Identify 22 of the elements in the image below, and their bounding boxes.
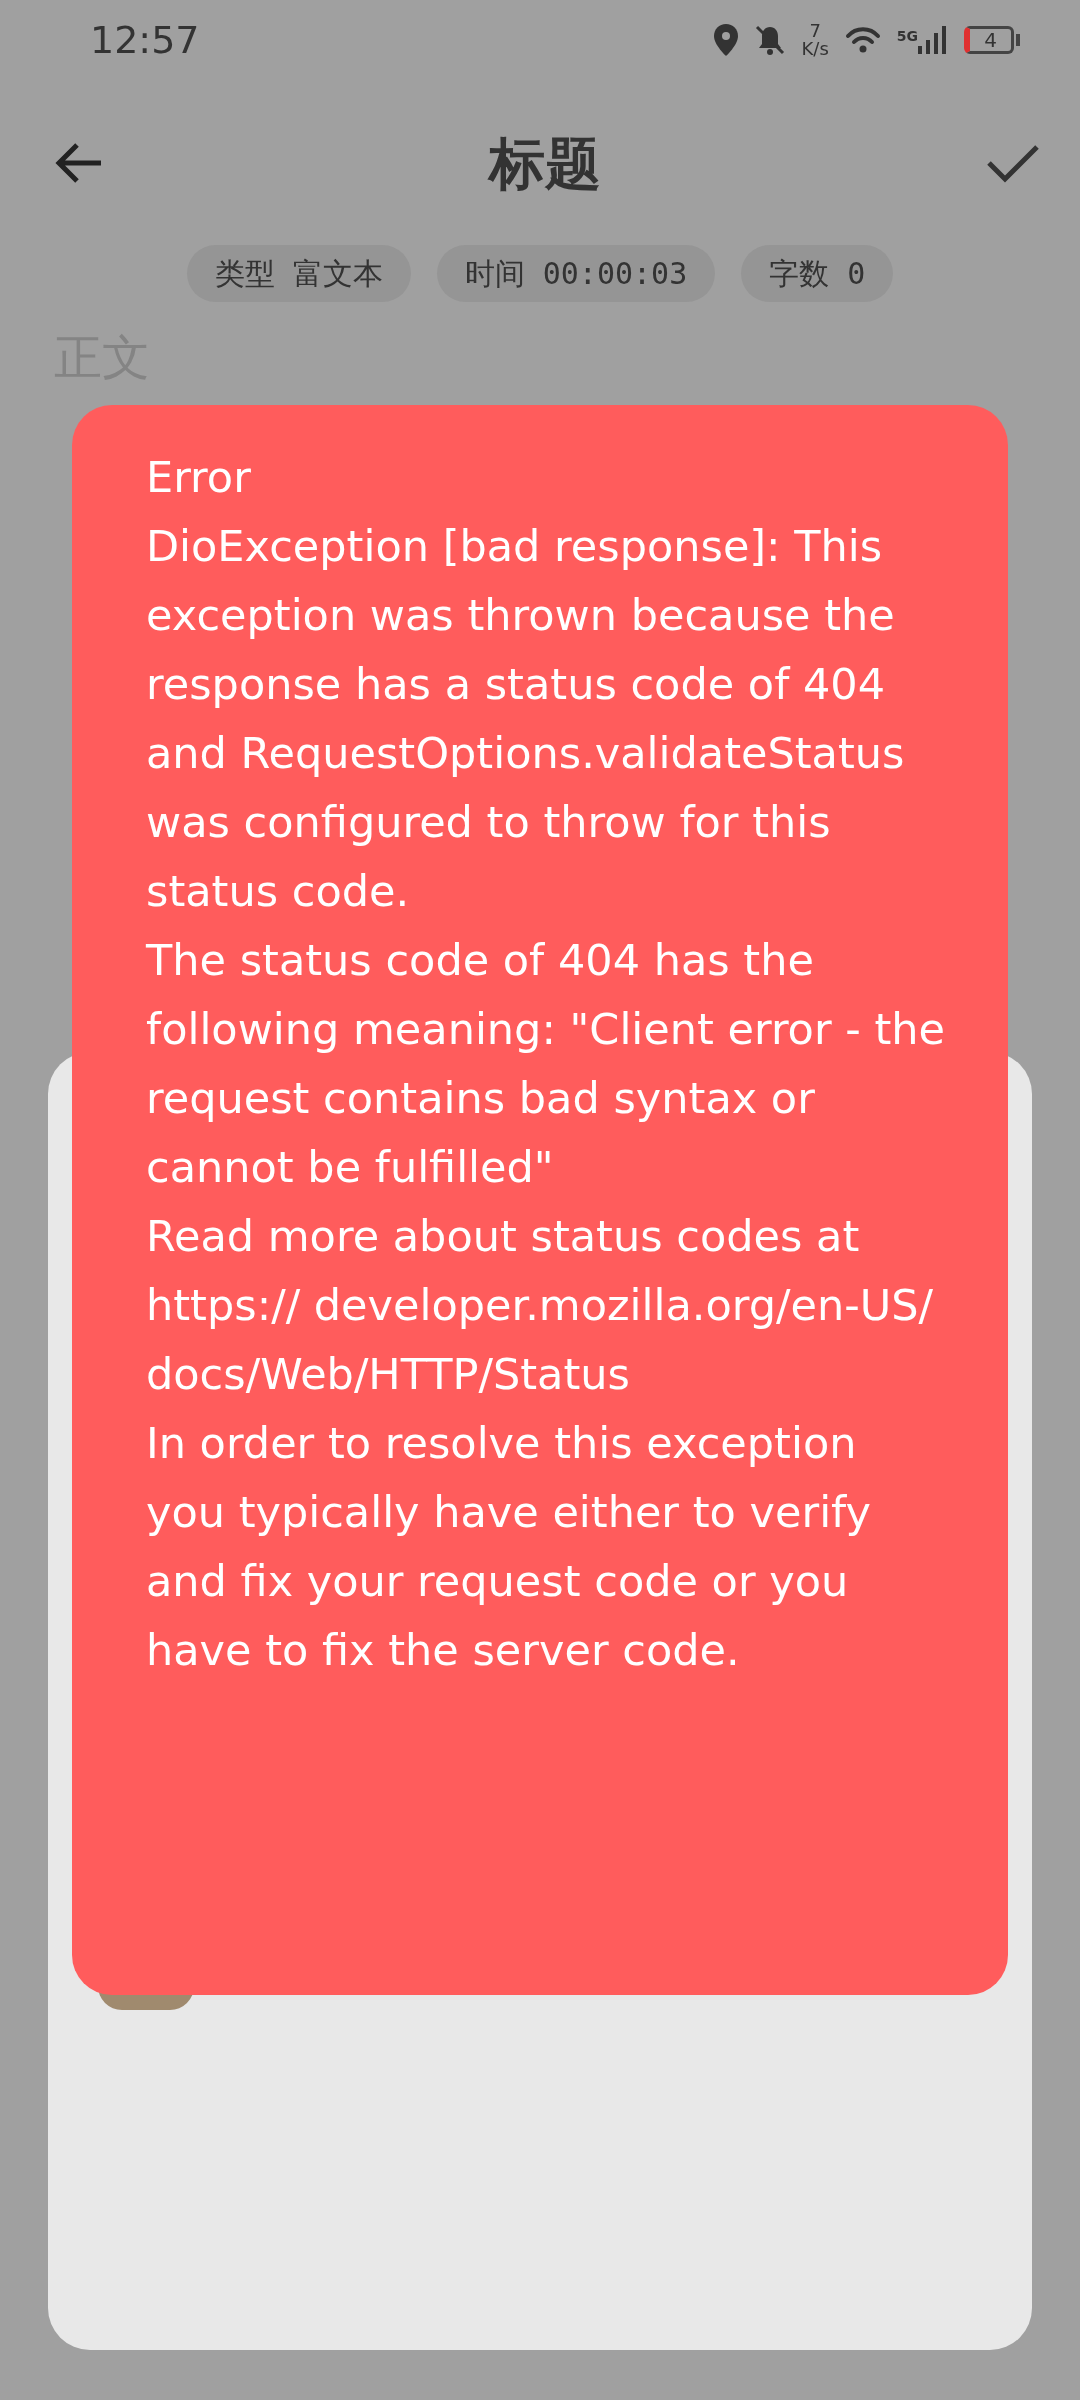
battery-level: 4 [984,30,997,50]
error-message: DioException [bad response]: This exception was thrown because the response has a status code of 404 and RequestOptions.validateStatus was configured to throw for this status code. [146,520,906,918]
info-chip: 字数 0 [741,245,894,302]
muted-bell-icon [753,24,786,56]
error-message: In order to resolve this exception you typically have either to verify and fix your request code or you have to fix the server code. [146,1417,872,1677]
back-button[interactable] [55,140,103,185]
status-time: 12:57 [90,16,200,64]
net-speed-unit: K/s [801,40,829,58]
info-chip: 类型 富文本 [186,245,411,302]
error-title: Error [146,451,252,504]
network-type: 5G [896,27,918,46]
check-icon [986,142,1040,183]
wifi-icon [844,26,881,54]
back-arrow-icon [55,140,103,185]
info-chip: 时间 00:00:03 [436,245,716,302]
error-message: The status code of 404 has the following meaning: "Client error - the request contains bad syntax or cannot be fulfilled" [146,934,947,1194]
signal-icon [918,26,948,54]
location-icon [713,24,738,56]
net-speed-value: 7 [808,22,822,40]
confirm-button[interactable] [986,142,1040,183]
page-title: 标题 [488,128,601,198]
error-message: Read more about status codes at https:// developer.mozilla.org/en-US/ docs/Web/HTTP/Status [146,1210,934,1401]
